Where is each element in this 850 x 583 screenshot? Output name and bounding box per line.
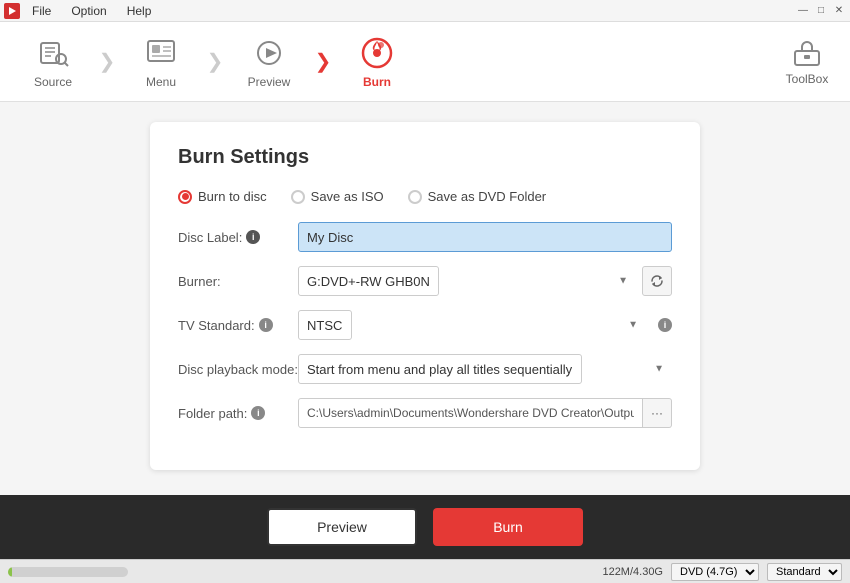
status-bar: 122M/4.30G DVD (4.7G) DVD (8.5G) Standar… [0,559,850,583]
burner-select-arrow: ▼ [618,276,628,287]
preview-nav-icon [251,35,287,71]
burn-settings-card: Burn Settings Burn to disc Save as ISO S… [150,122,700,470]
tv-standard-select-wrapper: NTSC PAL ▼ i [298,310,672,340]
radio-circle-iso [291,190,305,204]
tv-standard-info-icon[interactable]: i [259,318,273,332]
disc-label-info-icon[interactable]: i [246,230,260,244]
disc-playback-outer: Start from menu and play all titles sequ… [298,354,672,384]
tv-standard-select[interactable]: NTSC PAL [298,310,352,340]
disc-playback-row: Disc playback mode: Start from menu and … [178,354,672,384]
burner-control: G:DVD+-RW GHB0N ▼ [298,266,672,296]
disc-playback-arrow: ▼ [654,364,664,375]
folder-path-browse-button[interactable]: ··· [643,398,672,428]
burner-select-outer: G:DVD+-RW GHB0N ▼ [298,266,636,296]
radio-circle-dvd [408,190,422,204]
folder-path-info-icon[interactable]: i [251,406,265,420]
disc-playback-control: Start from menu and play all titles sequ… [298,354,672,384]
radio-burn-to-disc[interactable]: Burn to disc [178,189,267,204]
folder-path-label: Folder path: i [178,406,298,421]
close-button[interactable]: ✕ [832,4,846,18]
disc-playback-label: Disc playback mode: [178,362,298,377]
minimize-button[interactable]: — [796,4,810,18]
tv-standard-outer: NTSC PAL ▼ [298,310,646,340]
preview-button[interactable]: Preview [267,508,417,546]
card-title: Burn Settings [178,146,672,169]
menu-option[interactable]: Option [67,2,110,20]
radio-save-as-dvd[interactable]: Save as DVD Folder [408,189,547,204]
radio-save-as-iso[interactable]: Save as ISO [291,189,384,204]
toolbar: Source ❯ Menu ❯ [0,22,850,102]
app-logo [4,3,20,19]
bottom-bar: Preview Burn [0,495,850,559]
radio-circle-burn [178,190,192,204]
source-icon [35,35,71,71]
burner-label: Burner: [178,274,298,289]
window-controls: — □ ✕ [796,4,846,18]
size-info: 122M/4.30G [602,566,663,578]
nav-item-menu[interactable]: Menu [116,26,206,98]
tv-standard-arrow: ▼ [628,320,638,331]
disc-type-select[interactable]: DVD (4.7G) DVD (8.5G) [671,563,759,581]
burner-row: Burner: G:DVD+-RW GHB0N ▼ [178,266,672,296]
toolbox-label: ToolBox [786,72,829,86]
toolbox-button[interactable]: ToolBox [772,26,842,98]
nav-arrow-2: ❯ [206,26,224,98]
nav-arrow-1: ❯ [98,26,116,98]
progress-bar-fill [8,567,12,577]
menu-file[interactable]: File [28,2,55,20]
disc-label-input[interactable] [298,222,672,252]
burner-select-wrapper: G:DVD+-RW GHB0N ▼ [298,266,672,296]
disc-playback-select[interactable]: Start from menu and play all titles sequ… [298,354,582,384]
menu-nav-icon [143,35,179,71]
disc-label-row: Disc Label: i [178,222,672,252]
nav-item-source[interactable]: Source [8,26,98,98]
burn-nav-icon [359,35,395,71]
nav-items: Source ❯ Menu ❯ [8,26,772,98]
tv-standard-info-icon-2[interactable]: i [658,318,672,332]
progress-bar-container [8,567,128,577]
tv-standard-row: TV Standard: i NTSC PAL ▼ i [178,310,672,340]
menu-bar: File Option Help [28,2,155,20]
radio-group: Burn to disc Save as ISO Save as DVD Fol… [178,189,672,204]
nav-arrow-3: ❯ [314,26,332,98]
tv-standard-control: NTSC PAL ▼ i [298,310,672,340]
preview-label: Preview [248,75,291,89]
tv-standard-label: TV Standard: i [178,318,298,333]
nav-item-preview[interactable]: Preview [224,26,314,98]
refresh-button[interactable] [642,266,672,296]
disc-label-input-wrapper [298,222,672,252]
toolbox-icon [791,37,823,72]
menu-label: Menu [146,75,176,89]
quality-select[interactable]: Standard High Low [767,563,842,581]
menu-help[interactable]: Help [123,2,156,20]
main-content: Burn Settings Burn to disc Save as ISO S… [0,102,850,495]
folder-path-row: Folder path: i ··· [178,398,672,428]
title-bar: File Option Help — □ ✕ [0,0,850,22]
disc-label-label: Disc Label: i [178,230,298,245]
burn-button[interactable]: Burn [433,508,583,546]
folder-path-control: ··· [298,398,672,428]
maximize-button[interactable]: □ [814,4,828,18]
nav-item-burn[interactable]: Burn [332,26,422,98]
source-label: Source [34,75,72,89]
burner-select[interactable]: G:DVD+-RW GHB0N [298,266,439,296]
folder-path-input[interactable] [298,398,643,428]
burn-label: Burn [363,75,391,89]
